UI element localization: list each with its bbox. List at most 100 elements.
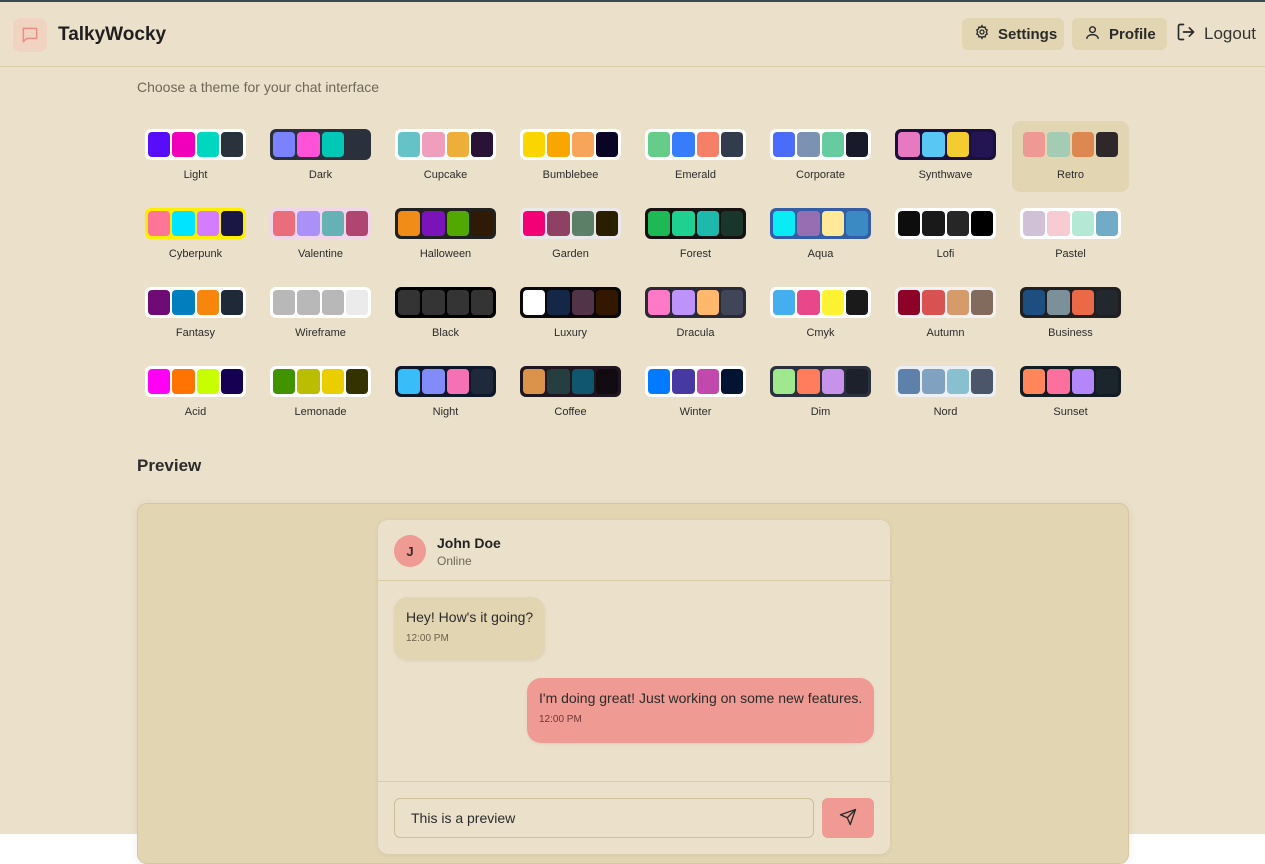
theme-option-halloween[interactable]: Halloween (387, 200, 504, 271)
color-swatch (196, 211, 219, 236)
theme-option-nord[interactable]: Nord (887, 358, 1004, 429)
color-swatch (773, 132, 796, 157)
theme-option-dracula[interactable]: Dracula (637, 279, 754, 350)
theme-option-garden[interactable]: Garden (512, 200, 629, 271)
user-icon (1084, 24, 1101, 45)
color-swatch (1071, 290, 1094, 315)
color-swatch (821, 290, 844, 315)
theme-option-cupcake[interactable]: Cupcake (387, 121, 504, 192)
app-name[interactable]: TalkyWocky (58, 24, 166, 46)
theme-name: Emerald (675, 169, 716, 181)
color-swatch (720, 132, 743, 157)
theme-swatches (770, 287, 871, 318)
theme-option-synthwave[interactable]: Synthwave (887, 121, 1004, 192)
color-swatch (196, 369, 219, 394)
theme-option-aqua[interactable]: Aqua (762, 200, 879, 271)
color-swatch (422, 132, 445, 157)
theme-option-coffee[interactable]: Coffee (512, 358, 629, 429)
color-swatch (797, 211, 820, 236)
theme-option-forest[interactable]: Forest (637, 200, 754, 271)
color-swatch (1095, 132, 1118, 157)
color-swatch (696, 132, 719, 157)
theme-swatches (895, 287, 996, 318)
theme-option-fantasy[interactable]: Fantasy (137, 279, 254, 350)
send-button[interactable] (822, 798, 874, 838)
color-swatch (148, 290, 171, 315)
chat-bubble-icon[interactable] (13, 18, 47, 52)
color-swatch (797, 290, 820, 315)
theme-option-business[interactable]: Business (1012, 279, 1129, 350)
color-swatch (297, 211, 320, 236)
color-swatch (273, 290, 296, 315)
message-input[interactable] (394, 798, 814, 838)
color-swatch (648, 132, 671, 157)
theme-name: Dark (308, 169, 333, 181)
theme-option-winter[interactable]: Winter (637, 358, 754, 429)
theme-option-dim[interactable]: Dim (762, 358, 879, 429)
theme-swatches (645, 129, 746, 160)
theme-option-cyberpunk[interactable]: Cyberpunk (137, 200, 254, 271)
color-swatch (321, 132, 344, 157)
theme-option-bumblebee[interactable]: Bumblebee (512, 121, 629, 192)
theme-name: Forest (679, 248, 712, 260)
color-swatch (648, 290, 671, 315)
theme-option-luxury[interactable]: Luxury (512, 279, 629, 350)
theme-swatches (145, 208, 246, 239)
color-swatch (1047, 211, 1070, 236)
theme-option-retro[interactable]: Retro (1012, 121, 1129, 192)
color-swatch (595, 290, 618, 315)
color-swatch (422, 211, 445, 236)
color-swatch (1047, 369, 1070, 394)
color-swatch (922, 132, 945, 157)
color-swatch (696, 211, 719, 236)
color-swatch (821, 211, 844, 236)
color-swatch (898, 132, 921, 157)
color-swatch (845, 369, 868, 394)
theme-option-acid[interactable]: Acid (137, 358, 254, 429)
theme-option-corporate[interactable]: Corporate (762, 121, 879, 192)
theme-option-pastel[interactable]: Pastel (1012, 200, 1129, 271)
theme-name: Fantasy (175, 327, 216, 339)
theme-option-night[interactable]: Night (387, 358, 504, 429)
theme-option-dark[interactable]: Dark (262, 121, 379, 192)
contact-status: Online (437, 554, 472, 568)
theme-swatches (1020, 129, 1121, 160)
chat-header: J John Doe Online (378, 520, 890, 581)
color-swatch (398, 290, 421, 315)
color-swatch (148, 132, 171, 157)
settings-button[interactable]: Settings (962, 18, 1064, 50)
profile-label: Profile (1109, 25, 1156, 43)
theme-option-autumn[interactable]: Autumn (887, 279, 1004, 350)
theme-swatches (645, 208, 746, 239)
logout-label: Logout (1204, 24, 1256, 43)
theme-swatches (770, 129, 871, 160)
color-swatch (523, 369, 546, 394)
theme-option-sunset[interactable]: Sunset (1012, 358, 1129, 429)
logout-button[interactable]: Logout (1170, 18, 1260, 50)
theme-option-wireframe[interactable]: Wireframe (262, 279, 379, 350)
theme-option-emerald[interactable]: Emerald (637, 121, 754, 192)
profile-button[interactable]: Profile (1072, 18, 1167, 50)
theme-option-black[interactable]: Black (387, 279, 504, 350)
theme-name: Aqua (807, 248, 834, 260)
theme-option-light[interactable]: Light (137, 121, 254, 192)
theme-swatches (770, 366, 871, 397)
color-swatch (898, 211, 921, 236)
theme-swatches (395, 366, 496, 397)
color-swatch (773, 211, 796, 236)
theme-option-valentine[interactable]: Valentine (262, 200, 379, 271)
color-swatch (672, 290, 695, 315)
theme-option-lemonade[interactable]: Lemonade (262, 358, 379, 429)
theme-swatches (270, 129, 371, 160)
color-swatch (446, 369, 469, 394)
theme-option-cmyk[interactable]: Cmyk (762, 279, 879, 350)
theme-name: Luxury (553, 327, 588, 339)
theme-name: Wireframe (295, 327, 346, 339)
color-swatch (595, 211, 618, 236)
color-swatch (696, 369, 719, 394)
color-swatch (220, 369, 243, 394)
color-swatch (446, 290, 469, 315)
theme-name: Black (432, 327, 459, 339)
color-swatch (1071, 211, 1094, 236)
theme-option-lofi[interactable]: Lofi (887, 200, 1004, 271)
